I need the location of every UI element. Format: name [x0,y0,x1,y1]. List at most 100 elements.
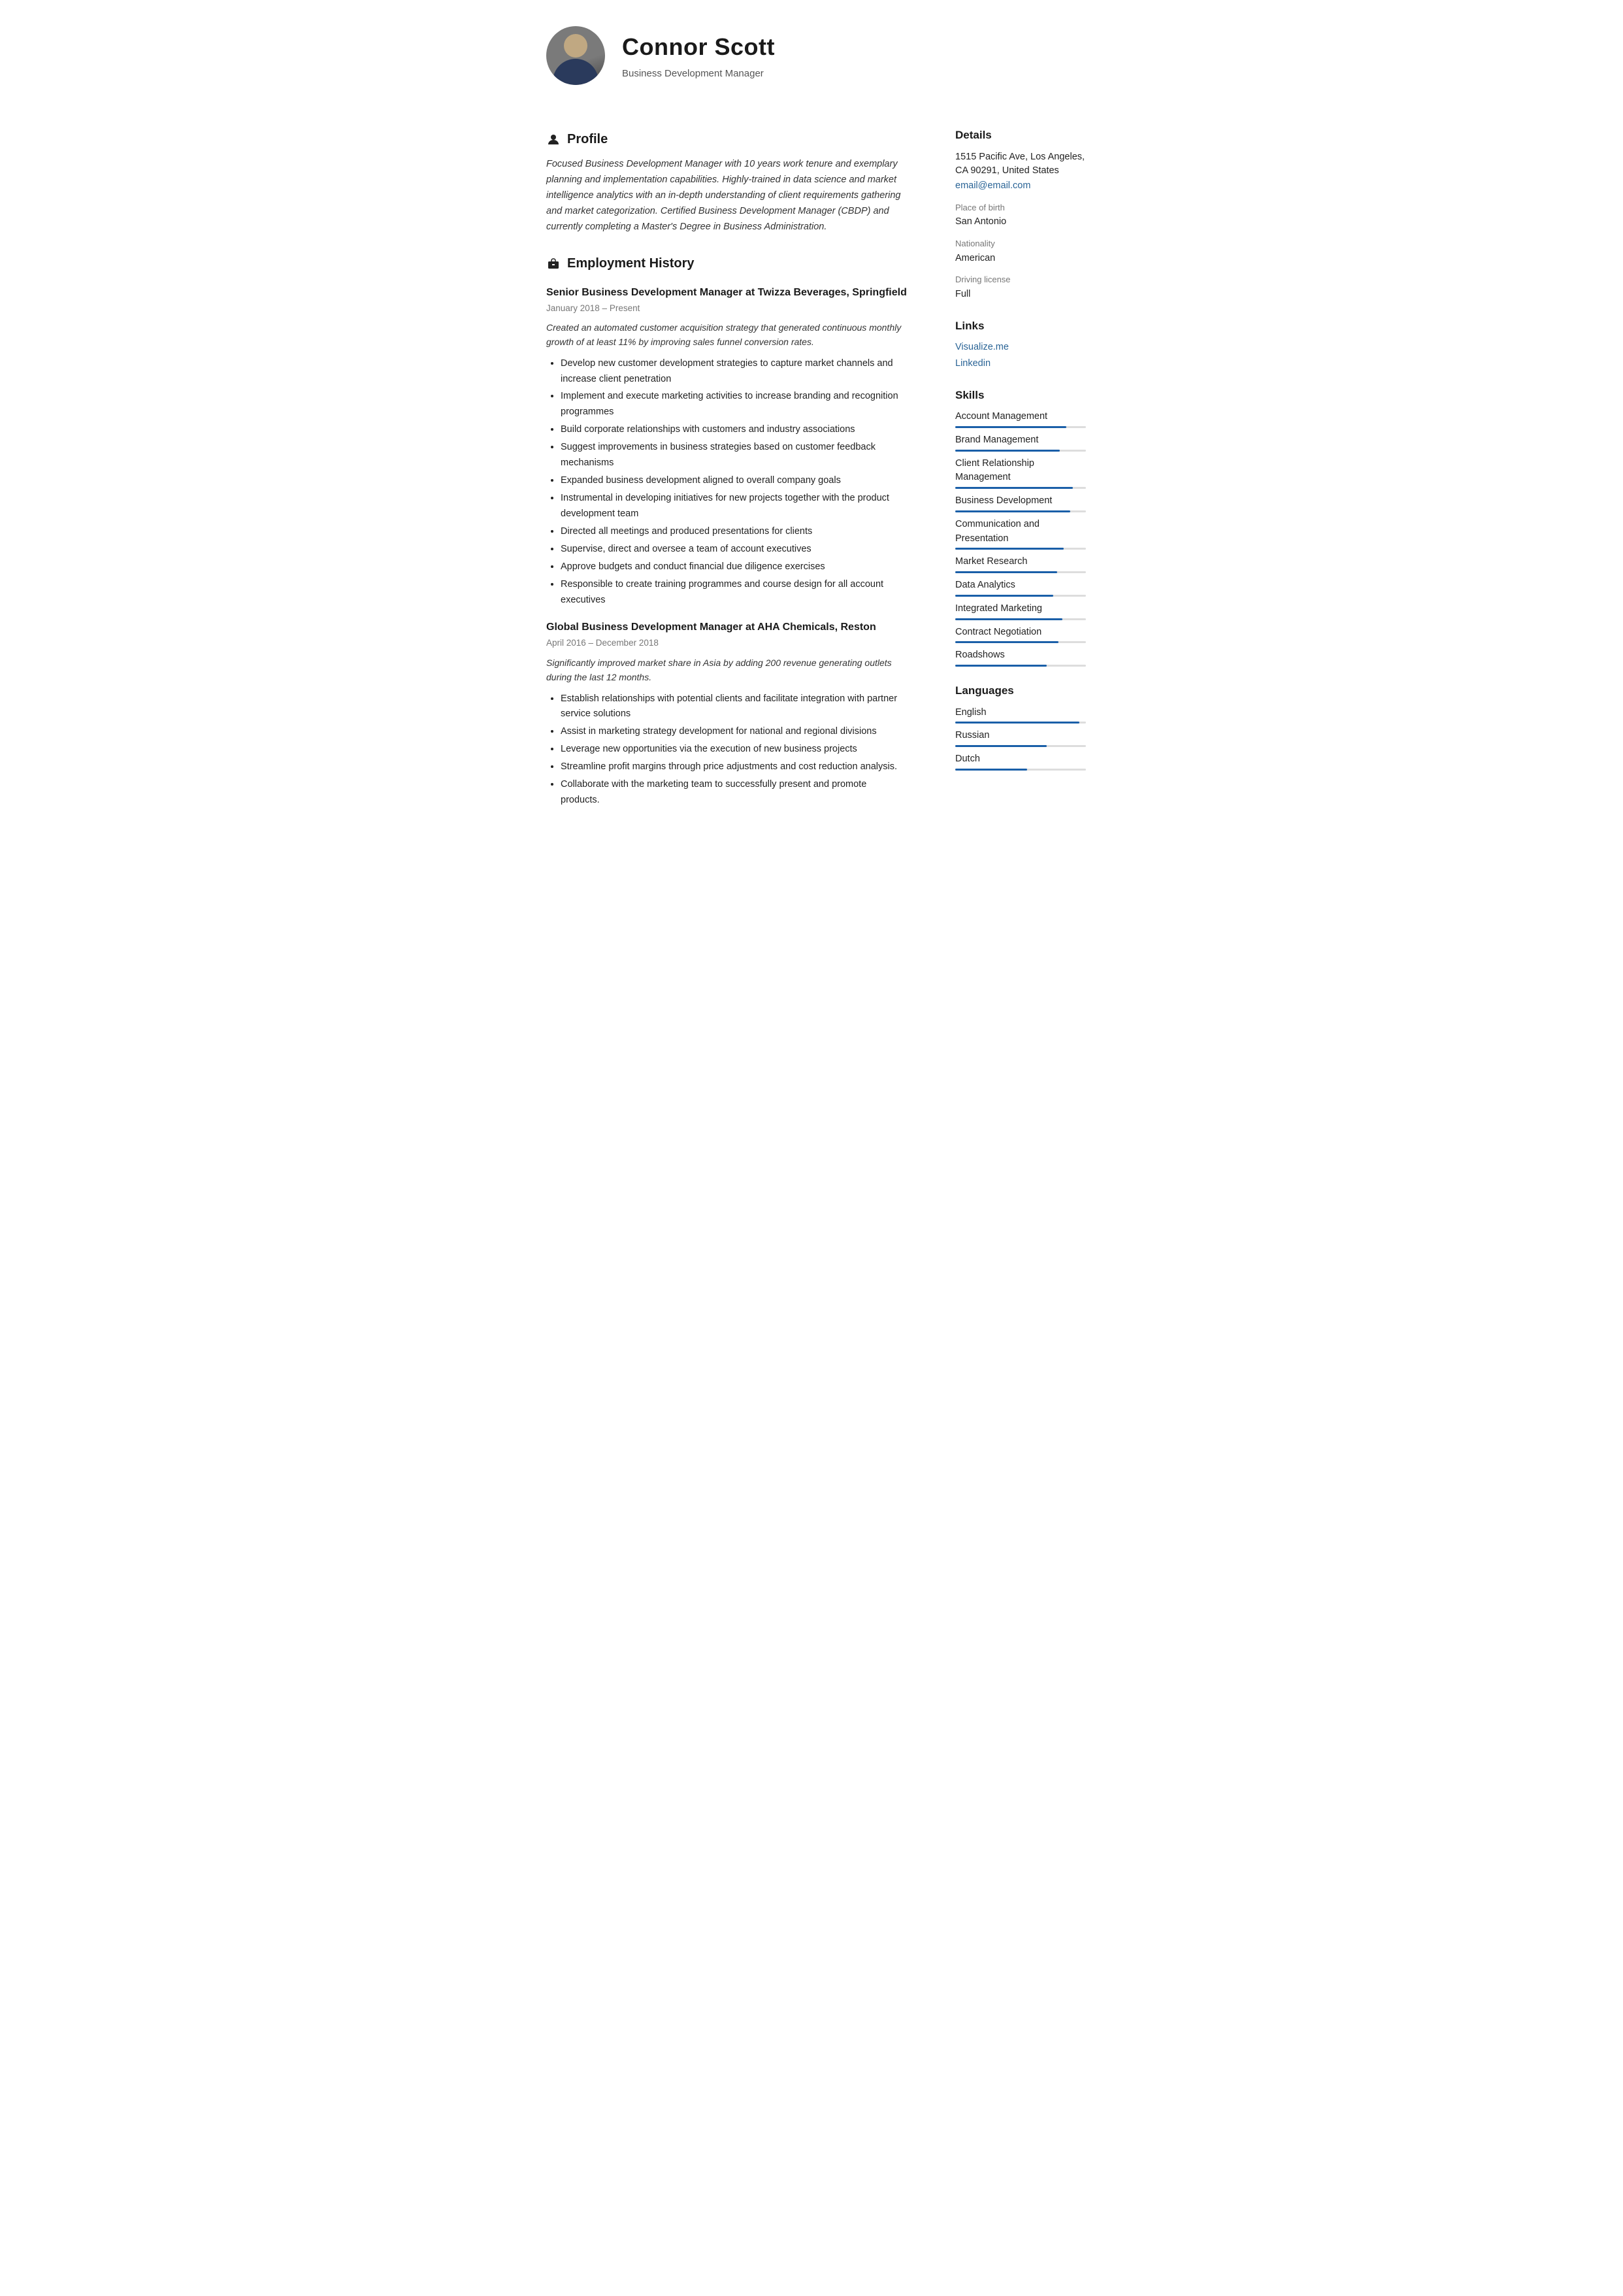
lang-bar-fill [955,745,1047,747]
profile-section-heading: Profile [546,129,907,149]
lang-name: Russian [955,729,1086,743]
lang-bar-bg [955,769,1086,771]
link-linkedin[interactable]: Linkedin [955,357,1086,371]
skill-bar-fill [955,641,1058,643]
lang-bar-bg [955,722,1086,724]
skill-bar-fill [955,510,1070,512]
driving-license-label: Driving license [955,273,1086,286]
list-item: Streamline profit margins through price … [561,759,907,775]
skill-name: Client Relationship Management [955,457,1086,486]
candidate-title: Business Development Manager [622,67,775,82]
skill-name: Contract Negotiation [955,625,1086,640]
list-item: Collaborate with the marketing team to s… [561,777,907,808]
skill-name: Business Development [955,494,1086,508]
link-visualize[interactable]: Visualize.me [955,341,1086,355]
driving-license-value: Full [955,288,1086,302]
header-info: Connor Scott Business Development Manage… [622,29,775,82]
skill-name: Communication and Presentation [955,518,1086,546]
lang-item: English [955,706,1086,724]
skill-item: Communication and Presentation [955,518,1086,550]
list-item: Responsible to create training programme… [561,577,907,608]
job-title-2: Global Business Development Manager at A… [546,620,907,635]
employment-label: Employment History [567,254,694,273]
lang-name: English [955,706,1086,720]
skill-item: Brand Management [955,433,1086,452]
list-item: Suggest improvements in business strateg… [561,440,907,471]
list-item: Instrumental in developing initiatives f… [561,491,907,522]
nationality-label: Nationality [955,237,1086,250]
place-of-birth-label: Place of birth [955,201,1086,214]
skill-name: Roadshows [955,648,1086,663]
list-item: Approve budgets and conduct financial du… [561,559,907,575]
skill-bar-bg [955,665,1086,667]
skill-item: Market Research [955,555,1086,573]
lang-item: Russian [955,729,1086,747]
employment-icon [546,256,561,271]
left-column: Profile Focused Business Development Man… [517,105,936,830]
skill-bar-bg [955,426,1086,428]
profile-label: Profile [567,129,608,149]
skill-bar-bg [955,548,1086,550]
skill-bar-fill [955,426,1066,428]
job-bullets-1: Develop new customer development strateg… [546,356,907,608]
list-item: Assist in marketing strategy development… [561,724,907,740]
skill-item: Business Development [955,494,1086,512]
skill-bar-fill [955,571,1057,573]
job-bullets-2: Establish relationships with potential c… [546,691,907,808]
skill-name: Account Management [955,410,1086,424]
lang-bar-fill [955,722,1079,724]
resume-page: Connor Scott Business Development Manage… [517,0,1106,856]
skill-bar-fill [955,487,1073,489]
skill-bar-fill [955,595,1053,597]
profile-text: Focused Business Development Manager wit… [546,157,907,235]
skill-bar-bg [955,487,1086,489]
detail-email[interactable]: email@email.com [955,180,1030,191]
job-summary-1: Created an automated customer acquisitio… [546,320,907,350]
list-item: Implement and execute marketing activiti… [561,389,907,420]
list-item: Supervise, direct and oversee a team of … [561,542,907,557]
list-item: Directed all meetings and produced prese… [561,524,907,540]
skill-bar-bg [955,641,1086,643]
languages-section-title: Languages [955,682,1086,699]
skill-bar-fill [955,450,1060,452]
skill-bar-bg [955,510,1086,512]
skill-bar-bg [955,618,1086,620]
header: Connor Scott Business Development Manage… [517,26,1106,105]
skill-name: Brand Management [955,433,1086,448]
skill-item: Data Analytics [955,578,1086,597]
lang-bar-bg [955,745,1086,747]
list-item: Build corporate relationships with custo… [561,422,907,438]
list-item: Leverage new opportunities via the execu… [561,742,907,757]
skill-bar-fill [955,665,1047,667]
skill-bar-fill [955,548,1064,550]
lang-item: Dutch [955,752,1086,771]
employment-section-heading: Employment History [546,254,907,273]
skill-item: Contract Negotiation [955,625,1086,644]
skill-bar-fill [955,618,1062,620]
skills-section-title: Skills [955,387,1086,404]
skill-item: Integrated Marketing [955,602,1086,620]
skill-item: Account Management [955,410,1086,428]
skill-item: Client Relationship Management [955,457,1086,490]
job-summary-2: Significantly improved market share in A… [546,656,907,685]
profile-icon [546,132,561,146]
candidate-name: Connor Scott [622,29,775,65]
links-section-title: Links [955,318,1086,335]
list-item: Develop new customer development strateg… [561,356,907,388]
main-layout: Profile Focused Business Development Man… [517,105,1106,830]
list-item: Expanded business development aligned to… [561,473,907,489]
lang-bar-fill [955,769,1027,771]
job-dates-2: April 2016 – December 2018 [546,637,907,650]
skill-bar-bg [955,450,1086,452]
nationality-value: American [955,252,1086,266]
skill-bar-bg [955,571,1086,573]
skill-name: Data Analytics [955,578,1086,593]
skill-name: Integrated Marketing [955,602,1086,616]
lang-name: Dutch [955,752,1086,767]
avatar [546,26,605,85]
detail-address: 1515 Pacific Ave, Los Angeles, CA 90291,… [955,150,1086,179]
job-title-1: Senior Business Development Manager at T… [546,285,907,301]
list-item: Establish relationships with potential c… [561,691,907,723]
details-section-title: Details [955,127,1086,144]
skill-item: Roadshows [955,648,1086,667]
